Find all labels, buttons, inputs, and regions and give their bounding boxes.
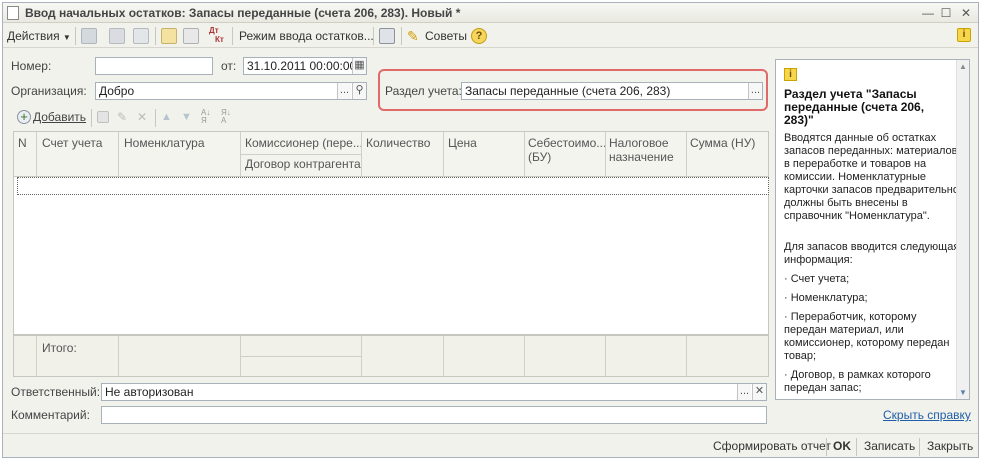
- add-icon[interactable]: +: [17, 110, 31, 124]
- scroll-up-icon[interactable]: ▲: [959, 62, 967, 71]
- calendar-icon[interactable]: ▦: [352, 58, 366, 74]
- magic-wand-icon: ✎: [407, 28, 419, 44]
- window-title: Ввод начальных остатков: Запасы переданн…: [25, 6, 461, 20]
- edit-icon[interactable]: ✎: [117, 111, 129, 123]
- input-mode-button[interactable]: Режим ввода остатков...: [239, 27, 374, 45]
- list-icon[interactable]: [379, 28, 395, 44]
- number-field[interactable]: [95, 57, 213, 75]
- dropdown-arrow-icon: ▼: [62, 33, 71, 42]
- actions-menu[interactable]: Действия ▼: [7, 27, 71, 45]
- col-contract[interactable]: Договор контрагента: [245, 157, 361, 171]
- copy-row-icon[interactable]: [97, 111, 109, 123]
- title-bar: Ввод начальных остатков: Запасы переданн…: [3, 3, 978, 23]
- clear-icon[interactable]: ✕: [752, 384, 766, 400]
- help-paragraph: Для запасов вводится следующая информаци…: [784, 241, 960, 266]
- col-n[interactable]: N: [18, 136, 27, 150]
- help-paragraph: Вводятся данные об остатках запасов пере…: [784, 132, 959, 222]
- organization-label: Организация:: [11, 84, 87, 98]
- tips-button[interactable]: Советы: [425, 27, 467, 45]
- bottom-bar: Сформировать отчет OK Записать Закрыть: [3, 433, 978, 457]
- help-bullet: · Договор, в рамках которого передан зап…: [784, 369, 931, 394]
- scroll-down-icon[interactable]: ▼: [959, 388, 967, 397]
- add-button[interactable]: Добавить: [33, 110, 86, 124]
- col-account[interactable]: Счет учета: [42, 136, 102, 150]
- col-nomenclature[interactable]: Номенклатура: [124, 136, 205, 150]
- document-edit-icon[interactable]: [161, 28, 177, 44]
- move-down-icon[interactable]: ▼: [181, 111, 193, 123]
- table-body[interactable]: [13, 177, 769, 335]
- close-icon[interactable]: ✕: [957, 5, 975, 21]
- organization-field[interactable]: Добро ... ⚲: [95, 82, 367, 100]
- responsible-label: Ответственный:: [11, 385, 101, 399]
- comment-label: Комментарий:: [11, 408, 90, 422]
- delete-icon[interactable]: ✕: [137, 111, 149, 123]
- actions-label: Действия: [7, 29, 60, 43]
- help-bullet: · Счет учета;: [784, 273, 850, 285]
- col-tax[interactable]: Налоговое: [609, 136, 669, 150]
- table-row[interactable]: [17, 177, 769, 195]
- help-scrollbar[interactable]: ▲ ▼: [956, 60, 969, 399]
- select-button[interactable]: ...: [748, 83, 762, 99]
- sort-asc-icon[interactable]: А↓ Я: [201, 109, 215, 125]
- select-button[interactable]: ...: [337, 83, 351, 99]
- search-icon[interactable]: ⚲: [352, 83, 366, 99]
- help-panel: i Раздел учета "Запасы переданные (счета…: [775, 59, 970, 400]
- col-cost[interactable]: Себестоимо...: [528, 136, 606, 150]
- dtkt-icon[interactable]: Дт Кт: [209, 26, 224, 44]
- col-tax-sub: назначение: [609, 150, 674, 164]
- help-icon[interactable]: ?: [471, 28, 487, 44]
- comment-field[interactable]: [101, 406, 767, 424]
- structure-icon[interactable]: [183, 28, 199, 44]
- total-label: Итого:: [42, 341, 77, 355]
- col-cost-sub: (БУ): [528, 150, 552, 164]
- toolbar: Действия ▼ Дт Кт Режим ввода остатков...…: [3, 24, 978, 48]
- col-commissioner[interactable]: Комиссионер (пере...: [245, 136, 363, 150]
- responsible-value: Не авторизован: [105, 385, 194, 399]
- minimize-icon[interactable]: —: [919, 5, 937, 21]
- section-label: Раздел учета:: [385, 84, 462, 98]
- col-quantity[interactable]: Количество: [366, 136, 430, 150]
- section-value: Запасы переданные (счета 206, 283): [465, 84, 671, 98]
- refresh-icon[interactable]: [133, 28, 149, 44]
- move-up-icon[interactable]: ▲: [161, 111, 173, 123]
- document-icon: [7, 6, 19, 20]
- info-icon: i: [784, 68, 797, 81]
- date-value: 31.10.2011 00:00:00: [247, 59, 357, 73]
- help-bullet: · Переработчик, которому передан материа…: [784, 311, 950, 362]
- responsible-field[interactable]: Не авторизован ... ✕: [101, 383, 767, 401]
- number-label: Номер:: [11, 59, 52, 73]
- section-field[interactable]: Запасы переданные (счета 206, 283) ...: [461, 82, 763, 100]
- save-post-icon[interactable]: [81, 28, 97, 44]
- info-icon[interactable]: i: [957, 28, 971, 42]
- table-footer: Итого:: [13, 335, 769, 377]
- date-field[interactable]: 31.10.2011 00:00:00 ▦: [243, 57, 367, 75]
- organization-value: Добро: [99, 84, 135, 98]
- report-button[interactable]: Сформировать отчет: [713, 439, 831, 453]
- hide-help-link[interactable]: Скрыть справку: [883, 408, 971, 422]
- table-header: N Счет учета Номенклатура Комиссионер (п…: [13, 131, 769, 177]
- help-title: Раздел учета "Запасы переданные (счета 2…: [784, 87, 925, 127]
- date-label: от:: [221, 59, 237, 73]
- ok-button[interactable]: OK: [833, 439, 851, 453]
- close-button[interactable]: Закрыть: [927, 439, 973, 453]
- select-button[interactable]: ...: [737, 384, 751, 400]
- sort-desc-icon[interactable]: Я↓ А: [221, 109, 235, 125]
- save-button[interactable]: Записать: [864, 439, 915, 453]
- col-price[interactable]: Цена: [448, 136, 477, 150]
- document-window: Ввод начальных остатков: Запасы переданн…: [2, 2, 979, 458]
- col-sum[interactable]: Сумма (НУ): [690, 136, 755, 150]
- maximize-icon[interactable]: ☐: [937, 5, 955, 21]
- copy-icon[interactable]: [109, 28, 125, 44]
- help-bullet: · Номенклатура;: [784, 292, 868, 304]
